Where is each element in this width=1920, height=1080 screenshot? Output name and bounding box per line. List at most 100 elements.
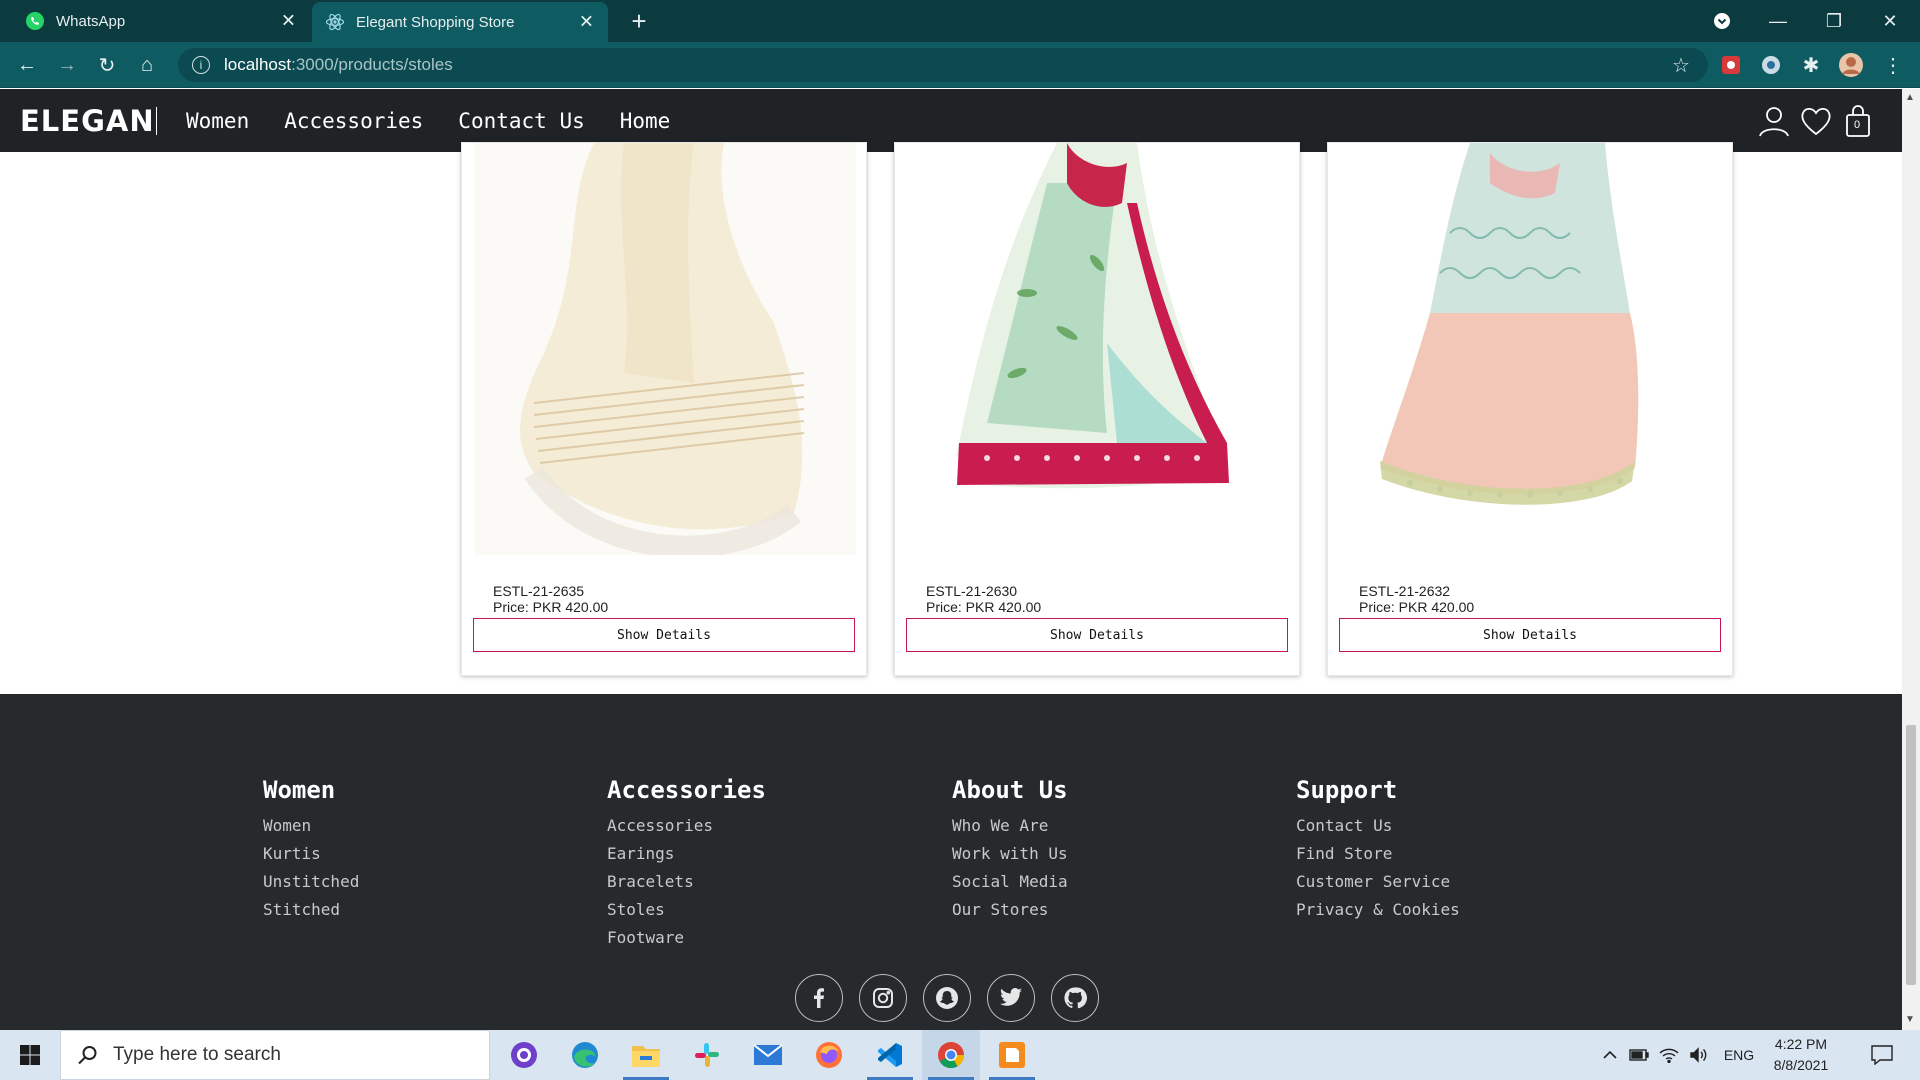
notifications-icon[interactable] <box>1862 1030 1902 1080</box>
logo-text: ELEGAN <box>20 104 155 138</box>
github-desktop-icon[interactable] <box>495 1030 553 1080</box>
product-sku: ESTL-21-2630 <box>926 583 1018 599</box>
scroll-up-icon[interactable]: ▲ <box>1905 92 1915 103</box>
bookmark-star-icon[interactable]: ☆ <box>1668 52 1694 78</box>
footer-column-about-us: About Us Who We Are Work with Us Social … <box>952 776 1068 924</box>
site-info-icon[interactable]: i <box>192 56 210 74</box>
home-icon[interactable]: ⌂ <box>132 50 162 80</box>
url-path: :3000/products/stoles <box>291 55 453 74</box>
restore-icon[interactable]: ❐ <box>1806 0 1862 42</box>
footer-link[interactable]: Customer Service <box>1296 868 1460 896</box>
scrollbar-thumb[interactable] <box>1906 725 1916 985</box>
nav-women[interactable]: Women <box>186 109 249 133</box>
browser-menu-icon[interactable]: ⋮ <box>1880 52 1906 78</box>
show-details-button[interactable]: Show Details <box>473 618 855 652</box>
footer-link[interactable]: Privacy & Cookies <box>1296 896 1460 924</box>
edge-icon[interactable] <box>556 1030 614 1080</box>
show-details-button[interactable]: Show Details <box>906 618 1288 652</box>
footer-link[interactable]: Our Stores <box>952 896 1068 924</box>
product-image[interactable] <box>474 143 856 555</box>
footer-link[interactable]: Social Media <box>952 868 1068 896</box>
snapchat-icon[interactable] <box>923 974 971 1022</box>
product-price: Price: PKR 420.00 <box>1359 599 1475 615</box>
product-sku: ESTL-21-2635 <box>493 583 585 599</box>
heart-icon[interactable] <box>1799 104 1833 138</box>
extension-circle-icon[interactable] <box>1758 52 1784 78</box>
taskbar-search[interactable]: Type here to search <box>60 1030 490 1080</box>
extension-red-icon[interactable] <box>1718 52 1744 78</box>
extensions-puzzle-icon[interactable]: ✱ <box>1798 52 1824 78</box>
nav-accessories[interactable]: Accessories <box>284 109 423 133</box>
close-tab-icon[interactable]: ✕ <box>281 11 296 32</box>
twitter-icon[interactable] <box>987 974 1035 1022</box>
footer-link[interactable]: Women <box>263 812 359 840</box>
scroll-down-icon[interactable]: ▼ <box>1905 1014 1915 1025</box>
tray-overflow-icon[interactable] <box>1598 1030 1622 1080</box>
firefox-icon[interactable] <box>800 1030 858 1080</box>
footer-heading: Women <box>263 776 336 804</box>
footer-link[interactable]: Stoles <box>607 896 766 924</box>
profile-avatar[interactable] <box>1838 52 1864 78</box>
footer-link[interactable]: Earings <box>607 840 766 868</box>
tab-elegant-store[interactable]: Elegant Shopping Store ✕ <box>312 2 608 42</box>
product-grid: ESTL-21-2635 Price: PKR 420.00 Show Deta… <box>0 142 1902 694</box>
tab-whatsapp[interactable]: WhatsApp ✕ <box>0 0 310 42</box>
footer-link[interactable]: Who We Are <box>952 812 1068 840</box>
footer-link[interactable]: Kurtis <box>263 840 359 868</box>
site-footer: Women Women Kurtis Unstitched Stitched A… <box>0 694 1902 1030</box>
tab-title: WhatsApp <box>56 12 126 30</box>
taskbar-clock[interactable]: 4:22 PM 8/8/2021 <box>1766 1034 1836 1076</box>
shopping-bag-icon[interactable]: 0 <box>1841 104 1875 138</box>
windows-start-icon[interactable] <box>0 1030 60 1080</box>
back-icon[interactable]: ← <box>12 50 42 80</box>
reload-icon[interactable]: ↻ <box>92 50 122 80</box>
minimize-icon[interactable]: — <box>1750 0 1806 42</box>
footer-link[interactable]: Unstitched <box>263 868 359 896</box>
close-tab-icon[interactable]: ✕ <box>579 12 594 33</box>
footer-link[interactable]: Contact Us <box>1296 812 1460 840</box>
search-icon <box>78 1046 97 1065</box>
close-window-icon[interactable]: ✕ <box>1862 0 1918 42</box>
tab-search-icon[interactable] <box>1694 0 1750 42</box>
search-placeholder: Type here to search <box>113 1044 281 1065</box>
vscode-icon[interactable] <box>861 1030 919 1080</box>
react-icon <box>324 11 346 33</box>
battery-icon[interactable] <box>1626 1030 1652 1080</box>
language-indicator[interactable]: ENG <box>1718 1030 1760 1080</box>
product-price: Price: PKR 420.00 <box>926 599 1042 615</box>
footer-link[interactable]: Accessories <box>607 812 766 840</box>
pdf-app-icon[interactable] <box>983 1030 1041 1080</box>
user-icon[interactable] <box>1757 104 1791 138</box>
address-bar[interactable]: i localhost:3000/products/stoles <box>178 48 1708 82</box>
wifi-icon[interactable] <box>1656 1030 1682 1080</box>
nav-home[interactable]: Home <box>620 109 671 133</box>
product-card: ESTL-21-2632 Price: PKR 420.00 Show Deta… <box>1327 142 1733 676</box>
product-image[interactable] <box>907 143 1289 555</box>
github-icon[interactable] <box>1051 974 1099 1022</box>
facebook-icon[interactable] <box>795 974 843 1022</box>
footer-link[interactable]: Work with Us <box>952 840 1068 868</box>
volume-icon[interactable] <box>1686 1030 1712 1080</box>
product-sku: ESTL-21-2632 <box>1359 583 1451 599</box>
show-details-button[interactable]: Show Details <box>1339 618 1721 652</box>
tab-title: Elegant Shopping Store <box>356 13 515 31</box>
product-card: ESTL-21-2630 Price: PKR 420.00 Show Deta… <box>894 142 1300 676</box>
browser-tab-bar: WhatsApp ✕ Elegant Shopping Store ✕ + — … <box>0 0 1920 42</box>
footer-link[interactable]: Find Store <box>1296 840 1460 868</box>
footer-link[interactable]: Stitched <box>263 896 359 924</box>
nav-contact-us[interactable]: Contact Us <box>458 109 584 133</box>
mail-icon[interactable] <box>739 1030 797 1080</box>
file-explorer-icon[interactable] <box>617 1030 675 1080</box>
slack-icon[interactable] <box>678 1030 736 1080</box>
instagram-icon[interactable] <box>859 974 907 1022</box>
footer-link[interactable]: Footware <box>607 924 766 952</box>
footer-column-women: Women Women Kurtis Unstitched Stitched <box>263 776 359 924</box>
new-tab-button[interactable]: + <box>624 6 654 36</box>
chrome-icon[interactable] <box>922 1030 980 1080</box>
footer-link[interactable]: Bracelets <box>607 868 766 896</box>
page-scrollbar[interactable]: ▲ ▼ <box>1902 89 1920 1030</box>
footer-heading: Accessories <box>607 776 766 804</box>
product-image[interactable] <box>1340 143 1722 555</box>
site-logo[interactable]: ELEGAN <box>20 104 156 138</box>
forward-icon[interactable]: → <box>52 50 82 80</box>
